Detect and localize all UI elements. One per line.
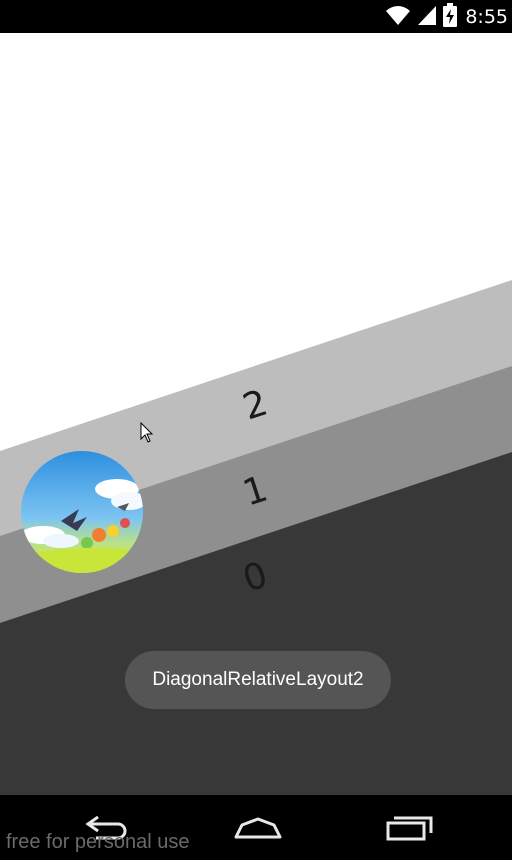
home-button[interactable] (223, 809, 293, 845)
toast-text: DiagonalRelativeLayout2 (152, 669, 364, 690)
recents-button[interactable] (375, 809, 445, 845)
battery-charging-icon (443, 2, 458, 31)
watermark-text: free for personal use (6, 831, 190, 853)
status-time: 8:55 (465, 5, 508, 28)
toast-message: DiagonalRelativeLayout2 (125, 651, 391, 709)
home-icon (234, 817, 282, 839)
cell-signal-icon (417, 4, 437, 30)
wifi-icon (385, 4, 411, 30)
status-bar: 8:55 (0, 0, 512, 33)
screen: 8:55 2 1 0 DiagonalRelativeLayout2 free … (0, 0, 512, 860)
status-icons: 8:55 (385, 0, 512, 33)
mouse-cursor-icon (140, 422, 154, 443)
avatar[interactable] (21, 451, 143, 573)
recents-icon (386, 816, 433, 841)
